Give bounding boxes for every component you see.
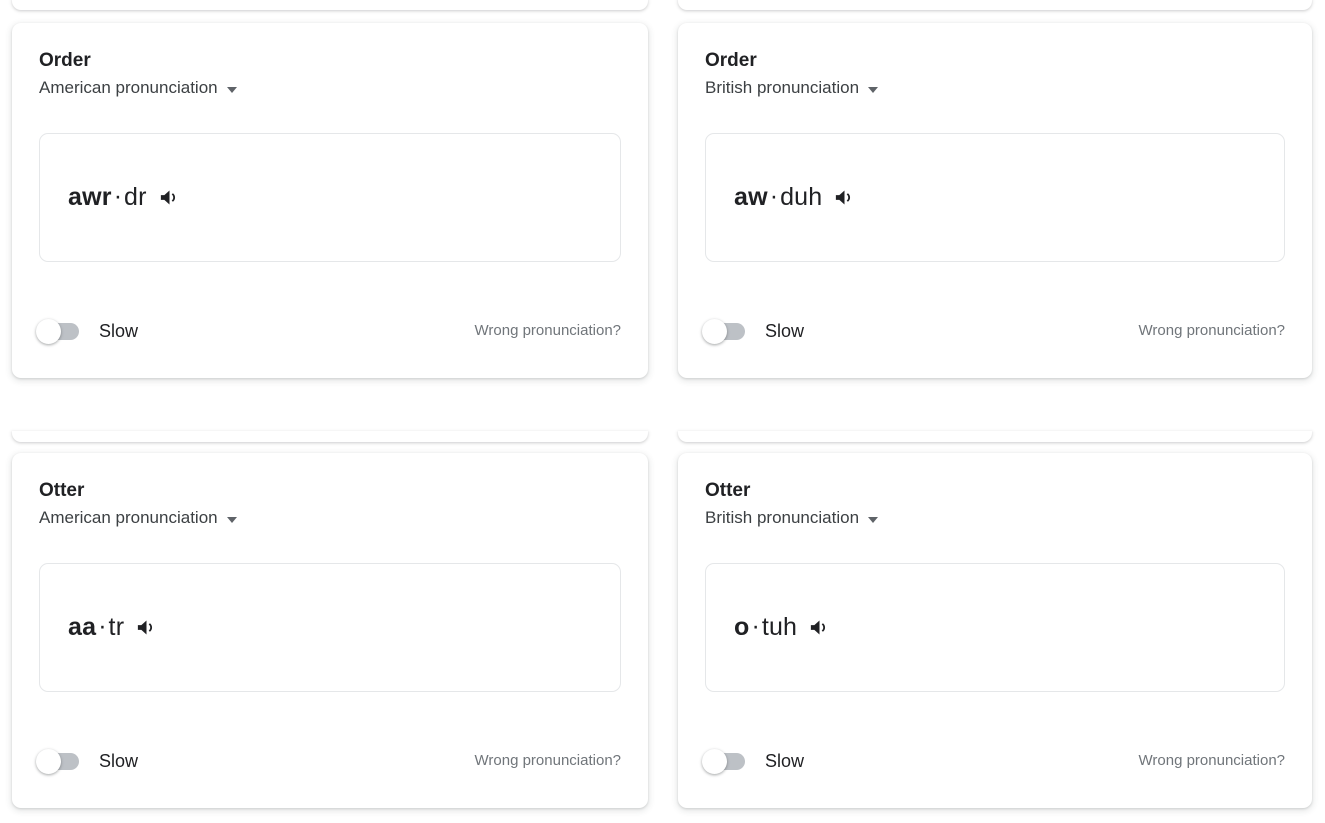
phonetic-separator: ·: [98, 612, 107, 640]
toggle-track: [36, 748, 79, 774]
pronunciation-card: Otter American pronunciation aa · tr Slo…: [12, 453, 648, 808]
wrong-pronunciation-link[interactable]: Wrong pronunciation?: [475, 751, 621, 771]
chevron-down-icon: [868, 516, 879, 523]
wrong-pronunciation-link[interactable]: Wrong pronunciation?: [475, 321, 621, 341]
dialect-label: American pronunciation: [39, 78, 218, 97]
toggle-track: [702, 748, 745, 774]
clipped-card-edge-top-left: [12, 0, 648, 10]
card-content: Order British pronunciation aw · duh Slo…: [702, 49, 1285, 358]
card-footer: Slow Wrong pronunciation?: [36, 744, 621, 778]
phonetic-display: o · tuh: [705, 563, 1285, 692]
toggle-knob: [36, 318, 61, 344]
slow-toggle-label: Slow: [99, 321, 139, 341]
dialect-selector[interactable]: British pronunciation: [705, 77, 879, 99]
clipped-card-edge-mid-left: [12, 431, 648, 442]
phonetic-remaining-syllable: tuh: [761, 613, 798, 641]
pronunciation-card: Order American pronunciation awr · dr Sl…: [12, 23, 648, 378]
slow-toggle-label: Slow: [99, 751, 139, 771]
speaker-icon[interactable]: [833, 186, 856, 209]
page-title: Order: [705, 50, 757, 71]
slow-toggle-label: Slow: [765, 751, 805, 771]
dialect-label: British pronunciation: [705, 508, 860, 527]
phonetic-stressed-syllable: awr: [68, 183, 112, 211]
page-title: Order: [39, 50, 91, 71]
phonetic-display: awr · dr: [39, 133, 621, 262]
phonetic-text: aw · duh: [734, 182, 856, 212]
dialect-selector[interactable]: British pronunciation: [705, 507, 879, 529]
toggle-track: [702, 318, 745, 344]
card-footer: Slow Wrong pronunciation?: [702, 314, 1285, 348]
phonetic-text: aa · tr: [68, 612, 158, 642]
card-footer: Slow Wrong pronunciation?: [702, 744, 1285, 778]
phonetic-display: aw · duh: [705, 133, 1285, 262]
slow-speed-toggle[interactable]: Slow: [36, 748, 139, 774]
dialect-label: American pronunciation: [39, 508, 218, 527]
toggle-knob: [702, 748, 727, 774]
chevron-down-icon: [226, 516, 237, 523]
phonetic-stressed-syllable: aa: [68, 613, 97, 641]
phonetic-remaining-syllable: dr: [124, 183, 147, 211]
phonetic-separator: ·: [751, 612, 760, 640]
dialect-label: British pronunciation: [705, 78, 860, 97]
phonetic-text: o · tuh: [734, 612, 831, 642]
phonetic-stressed-syllable: aw: [734, 183, 768, 211]
speaker-icon[interactable]: [135, 616, 158, 639]
speaker-icon[interactable]: [808, 616, 831, 639]
slow-speed-toggle[interactable]: Slow: [702, 318, 805, 344]
slow-speed-toggle[interactable]: Slow: [702, 748, 805, 774]
wrong-pronunciation-link[interactable]: Wrong pronunciation?: [1139, 321, 1285, 341]
slow-toggle-label: Slow: [765, 321, 805, 341]
card-footer: Slow Wrong pronunciation?: [36, 314, 621, 348]
phonetic-text: awr · dr: [68, 182, 181, 212]
phonetic-separator: ·: [769, 182, 779, 210]
phonetic-stressed-syllable: o: [734, 613, 750, 641]
pronunciation-card-board: Order American pronunciation awr · dr Sl…: [0, 0, 1325, 823]
pronunciation-card: Otter British pronunciation o · tuh Slow…: [678, 453, 1312, 808]
dialect-selector[interactable]: American pronunciation: [39, 77, 237, 99]
phonetic-display: aa · tr: [39, 563, 621, 692]
slow-speed-toggle[interactable]: Slow: [36, 318, 139, 344]
speaker-icon[interactable]: [158, 186, 181, 209]
card-content: Order American pronunciation awr · dr Sl…: [36, 49, 621, 358]
wrong-pronunciation-link[interactable]: Wrong pronunciation?: [1139, 751, 1285, 771]
card-content: Otter British pronunciation o · tuh Slow…: [702, 479, 1285, 788]
dialect-selector[interactable]: American pronunciation: [39, 507, 237, 529]
phonetic-separator: ·: [113, 182, 123, 210]
toggle-knob: [702, 318, 727, 344]
chevron-down-icon: [868, 86, 879, 93]
page-title: Otter: [39, 480, 85, 501]
phonetic-remaining-syllable: duh: [780, 183, 823, 211]
toggle-knob: [36, 748, 61, 774]
phonetic-remaining-syllable: tr: [108, 613, 125, 641]
chevron-down-icon: [226, 86, 237, 93]
card-content: Otter American pronunciation aa · tr Slo…: [36, 479, 621, 788]
toggle-track: [36, 318, 79, 344]
page-title: Otter: [705, 480, 751, 501]
pronunciation-card: Order British pronunciation aw · duh Slo…: [678, 23, 1312, 378]
clipped-card-edge-top-right: [678, 0, 1312, 10]
clipped-card-edge-mid-right: [678, 431, 1312, 442]
